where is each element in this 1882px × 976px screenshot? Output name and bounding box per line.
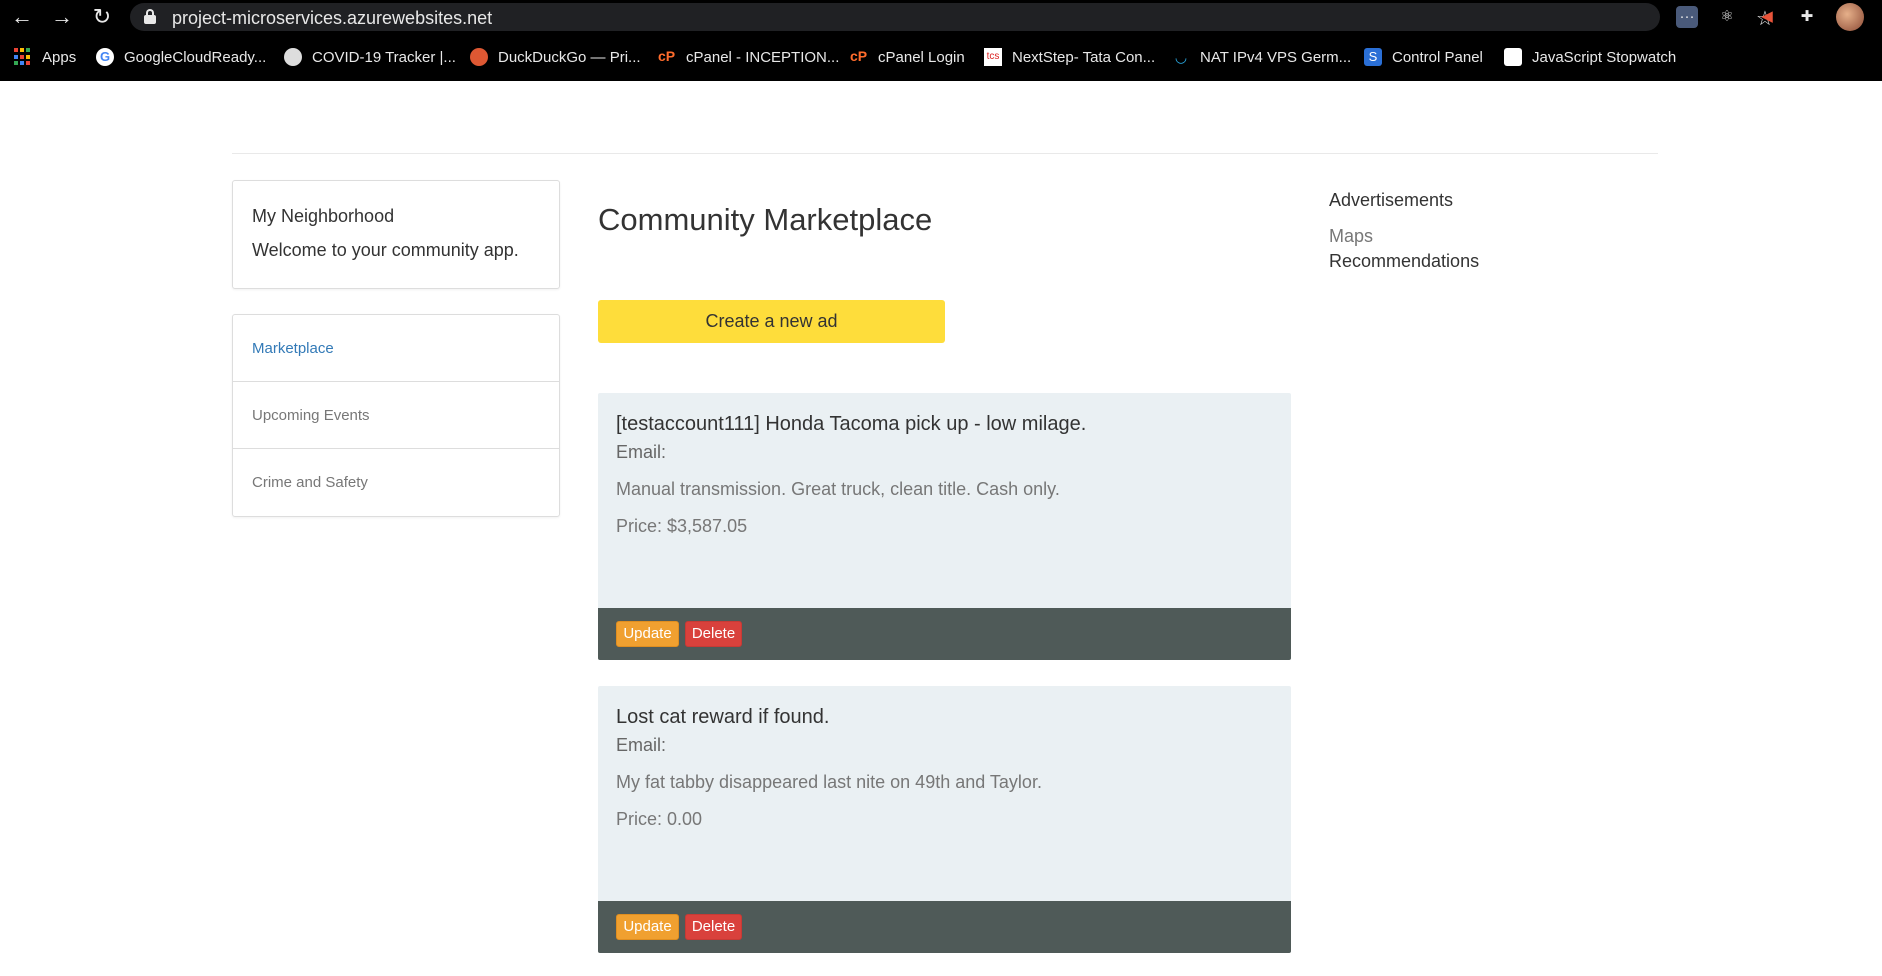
maps-link[interactable]: Maps xyxy=(1329,226,1373,247)
delete-button[interactable]: Delete xyxy=(685,621,742,647)
ad-actions-bar: Update Delete xyxy=(598,608,1291,660)
google-icon: G xyxy=(96,48,114,66)
extension-dots-icon[interactable]: ··· xyxy=(1676,6,1698,28)
create-ad-button[interactable]: Create a new ad xyxy=(598,300,945,343)
url-text[interactable]: project-microservices.azurewebsites.net xyxy=(172,8,492,29)
bookmark-covid-tracker[interactable]: COVID-19 Tracker |... xyxy=(284,46,456,68)
advertisements-heading: Advertisements xyxy=(1329,190,1454,210)
control-panel-icon: S xyxy=(1364,48,1382,66)
update-button[interactable]: Update xyxy=(616,621,679,647)
tcs-icon: tcs xyxy=(984,48,1002,66)
page-title: Community Marketplace xyxy=(598,202,933,237)
bookmark-nextstep-tata[interactable]: tcs NextStep- Tata Con... xyxy=(984,46,1155,68)
covid-tracker-icon xyxy=(284,48,302,66)
react-devtools-icon[interactable]: ⚛ xyxy=(1716,6,1738,28)
ad-card: [testaccount111] Honda Tacoma pick up - … xyxy=(598,393,1291,660)
bookmark-js-stopwatch[interactable]: JavaScript Stopwatch xyxy=(1504,46,1676,68)
bookmark-apps[interactable]: Apps xyxy=(14,46,76,68)
lock-icon xyxy=(144,9,156,24)
ad-description: My fat tabby disappeared last nite on 49… xyxy=(616,772,1042,792)
ad-title: Lost cat reward if found. xyxy=(616,706,830,728)
intro-card: My Neighborhood Welcome to your communit… xyxy=(232,180,560,289)
bookmark-control-panel[interactable]: S Control Panel xyxy=(1364,46,1483,68)
bookmark-duckduckgo[interactable]: DuckDuckGo — Pri... xyxy=(470,46,641,68)
bookmarks-bar: Apps G GoogleCloudReady... COVID-19 Trac… xyxy=(0,34,1882,81)
sidebar-item-upcoming-events[interactable]: Upcoming Events xyxy=(233,382,559,449)
ad-actions-bar: Update Delete xyxy=(598,901,1291,953)
cpanel-icon: cP xyxy=(658,48,676,64)
bookmark-googlecloudready[interactable]: G GoogleCloudReady... xyxy=(96,46,266,68)
ad-card: Lost cat reward if found. Email: My fat … xyxy=(598,686,1291,953)
intro-title: My Neighborhood xyxy=(252,206,395,226)
address-bar[interactable]: project-microservices.azurewebsites.net … xyxy=(130,3,1774,31)
forward-arrow-icon[interactable]: → xyxy=(49,4,75,30)
ad-description: Manual transmission. Great truck, clean … xyxy=(616,479,1060,499)
cpanel-icon: cP xyxy=(850,48,868,64)
header-divider xyxy=(232,153,1658,154)
duckduckgo-icon xyxy=(470,48,488,66)
ad-email: Email: xyxy=(616,442,667,462)
ad-title: [testaccount111] Honda Tacoma pick up - … xyxy=(616,413,1087,435)
ad-price: Price: $3,587.05 xyxy=(616,516,748,536)
intro-subtitle: Welcome to your community app. xyxy=(252,240,519,260)
reload-icon[interactable]: ↻ xyxy=(89,4,115,30)
update-button[interactable]: Update xyxy=(616,914,679,940)
vps-icon: ◡ xyxy=(1174,49,1188,65)
sidebar-nav: Marketplace Upcoming Events Crime and Sa… xyxy=(232,314,560,517)
delete-button[interactable]: Delete xyxy=(685,914,742,940)
browser-toolbar: ← → ↻ project-microservices.azurewebsite… xyxy=(0,0,1882,34)
ad-price: Price: 0.00 xyxy=(616,809,703,829)
apps-grid-icon xyxy=(14,48,32,66)
sidebar-item-marketplace[interactable]: Marketplace xyxy=(233,315,559,382)
megaphone-extension-icon[interactable]: ◀ xyxy=(1756,6,1778,28)
sidebar-item-crime-and-safety[interactable]: Crime and Safety xyxy=(233,449,559,516)
ad-email: Email: xyxy=(616,735,667,755)
puzzle-extensions-icon[interactable]: ✚ xyxy=(1796,6,1818,28)
stopwatch-icon xyxy=(1504,48,1522,66)
back-arrow-icon[interactable]: ← xyxy=(9,4,35,30)
recommendations-link[interactable]: Recommendations xyxy=(1329,251,1479,272)
profile-avatar[interactable] xyxy=(1836,3,1864,31)
bookmark-cpanel-inception[interactable]: cP cPanel - INCEPTION... xyxy=(658,46,839,68)
bookmark-nat-vps[interactable]: ◡ NAT IPv4 VPS Germ... xyxy=(1172,46,1351,68)
bookmark-cpanel-login[interactable]: cP cPanel Login xyxy=(850,46,965,68)
